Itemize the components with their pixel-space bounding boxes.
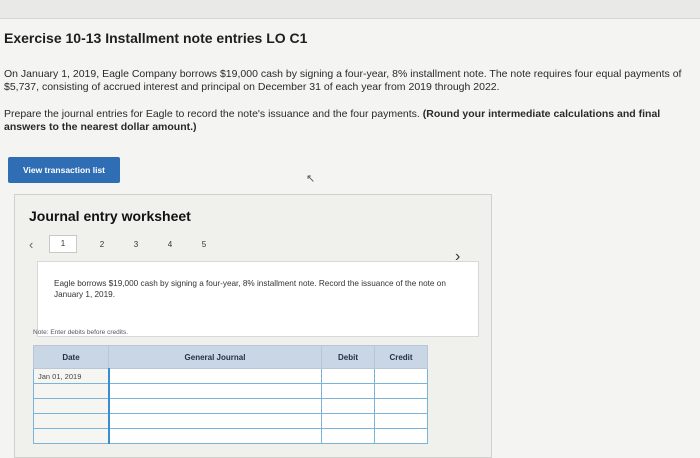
account-input[interactable] [107, 428, 322, 444]
table-row [33, 383, 428, 399]
debit-input[interactable] [321, 383, 375, 399]
debit-input[interactable] [321, 368, 375, 384]
exercise-title: Exercise 10-13 Installment note entries … [4, 30, 308, 46]
credit-input[interactable] [374, 413, 428, 429]
chevron-right-icon[interactable]: › [455, 248, 460, 266]
tab-2[interactable]: 2 [85, 240, 119, 249]
view-transaction-list-button[interactable]: View transaction list [8, 157, 120, 183]
tab-3[interactable]: 3 [119, 240, 153, 249]
tab-1[interactable]: 1 [49, 235, 77, 253]
journal-entry-worksheet: Journal entry worksheet ‹ 1 2 3 4 5 Eagl… [14, 194, 492, 458]
credit-input[interactable] [374, 398, 428, 414]
credit-input[interactable] [374, 428, 428, 444]
date-header: Date [33, 345, 109, 369]
description-text: Eagle borrows $19,000 cash by signing a … [54, 279, 446, 299]
journal-table: Date General Journal Debit Credit Jan 01… [33, 345, 428, 444]
instructions-normal: Prepare the journal entries for Eagle to… [4, 108, 420, 120]
debit-input[interactable] [321, 398, 375, 414]
tab-4[interactable]: 4 [153, 240, 187, 249]
account-input[interactable] [107, 398, 322, 414]
debit-header: Debit [321, 345, 375, 369]
table-row [33, 413, 428, 429]
table-row [33, 428, 428, 444]
credit-header: Credit [374, 345, 428, 369]
top-bar [0, 0, 700, 19]
chevron-left-icon[interactable]: ‹ [29, 237, 49, 252]
date-cell[interactable] [33, 413, 109, 429]
worksheet-tabs: ‹ 1 2 3 4 5 [29, 235, 221, 253]
account-input[interactable] [107, 413, 322, 429]
general-journal-header: General Journal [108, 345, 322, 369]
credit-input[interactable] [374, 383, 428, 399]
date-cell[interactable] [33, 398, 109, 414]
problem-text: On January 1, 2019, Eagle Company borrow… [4, 68, 682, 93]
account-input[interactable] [107, 368, 322, 384]
debit-input[interactable] [321, 428, 375, 444]
credit-input[interactable] [374, 368, 428, 384]
mouse-cursor-icon: ↖ [306, 173, 316, 185]
tab-5[interactable]: 5 [187, 240, 221, 249]
worksheet-title: Journal entry worksheet [29, 208, 191, 224]
table-row [33, 398, 428, 414]
debit-input[interactable] [321, 413, 375, 429]
date-cell[interactable]: Jan 01, 2019 [33, 368, 109, 384]
transaction-description: Eagle borrows $19,000 cash by signing a … [37, 261, 479, 337]
account-input[interactable] [107, 383, 322, 399]
date-cell[interactable] [33, 428, 109, 444]
instructions-text: Prepare the journal entries for Eagle to… [4, 108, 696, 134]
note-text: Note: Enter debits before credits. [33, 329, 129, 336]
date-cell[interactable] [33, 383, 109, 399]
table-row: Jan 01, 2019 [33, 368, 428, 384]
